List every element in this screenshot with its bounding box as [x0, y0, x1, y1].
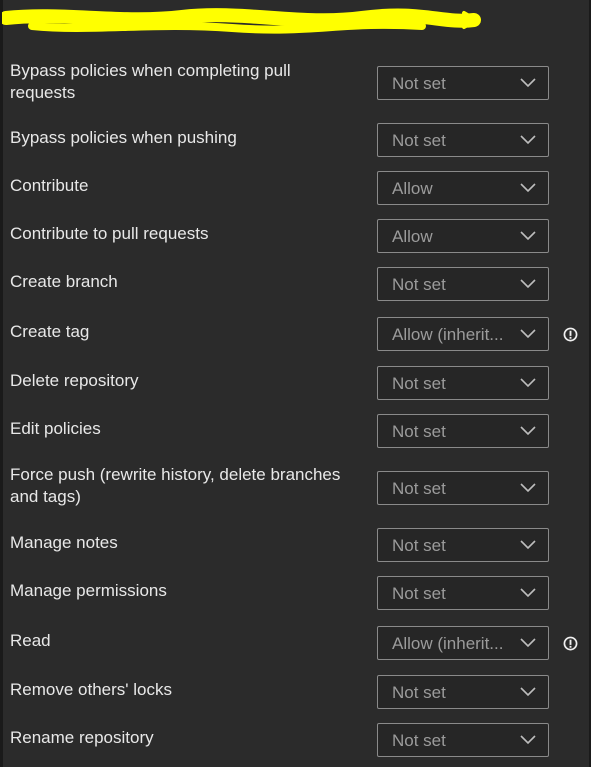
permission-label: Remove others' locks [10, 680, 172, 699]
redacted-header-scribble [2, 8, 481, 34]
chevron-down-icon [520, 426, 536, 436]
chevron-down-icon [520, 735, 536, 745]
permission-label: Manage notes [10, 533, 118, 552]
permission-dropdown[interactable]: Not set [377, 123, 549, 157]
permission-dropdown[interactable]: Allow (inherit... [377, 626, 549, 660]
permission-label: Bypass policies when completing pull req… [10, 61, 291, 102]
permission-value: Not set [392, 374, 446, 393]
chevron-down-icon [520, 687, 536, 697]
permission-value: Allow [392, 227, 433, 246]
permission-value: Not set [392, 536, 446, 555]
permission-dropdown[interactable]: Allow [377, 171, 549, 205]
permission-value: Not set [392, 422, 446, 441]
chevron-down-icon [520, 638, 536, 648]
permission-dropdown[interactable]: Not set [377, 414, 549, 448]
permission-dropdown[interactable]: Not set [377, 366, 549, 400]
permission-dropdown[interactable]: Not set [377, 528, 549, 562]
chevron-down-icon [520, 183, 536, 193]
permission-label: Force push (rewrite history, delete bran… [10, 465, 341, 506]
permission-dropdown[interactable]: Not set [377, 471, 549, 505]
permission-dropdown[interactable]: Not set [377, 267, 549, 301]
chevron-down-icon [520, 78, 536, 88]
permission-label: Create branch [10, 272, 118, 291]
permission-value: Not set [392, 131, 446, 150]
permission-value: Not set [392, 74, 446, 93]
permission-dropdown[interactable]: Not set [377, 576, 549, 610]
permission-label: Edit policies [10, 419, 101, 438]
chevron-down-icon [520, 483, 536, 493]
chevron-down-icon [520, 329, 536, 339]
permission-value: Not set [392, 584, 446, 603]
permission-dropdown[interactable]: Not set [377, 723, 549, 757]
permission-dropdown[interactable]: Allow (inherit... [377, 317, 549, 351]
permission-label: Read [10, 631, 51, 650]
permission-label: Contribute [10, 176, 89, 195]
permission-label: Create tag [10, 322, 90, 341]
permission-value: Not set [392, 731, 446, 750]
permission-label: Manage permissions [10, 581, 167, 600]
info-icon[interactable] [563, 327, 578, 342]
permission-label: Bypass policies when pushing [10, 128, 237, 147]
permission-dropdown[interactable]: Not set [377, 675, 549, 709]
permission-label: Contribute to pull requests [10, 224, 209, 243]
permission-label: Rename repository [10, 728, 154, 747]
chevron-down-icon [520, 231, 536, 241]
left-edge [0, 0, 3, 767]
permission-value: Not set [392, 275, 446, 294]
chevron-down-icon [520, 378, 536, 388]
chevron-down-icon [520, 540, 536, 550]
permission-value: Allow [392, 179, 433, 198]
permission-value: Allow (inherit... [392, 325, 504, 344]
info-icon[interactable] [563, 636, 578, 651]
permission-dropdown[interactable]: Allow [377, 219, 549, 253]
chevron-down-icon [520, 135, 536, 145]
chevron-down-icon [520, 588, 536, 598]
permission-value: Not set [392, 683, 446, 702]
permission-dropdown[interactable]: Not set [377, 66, 549, 100]
permission-value: Not set [392, 479, 446, 498]
permission-label: Delete repository [10, 371, 139, 390]
permission-value: Allow (inherit... [392, 634, 504, 653]
chevron-down-icon [520, 279, 536, 289]
